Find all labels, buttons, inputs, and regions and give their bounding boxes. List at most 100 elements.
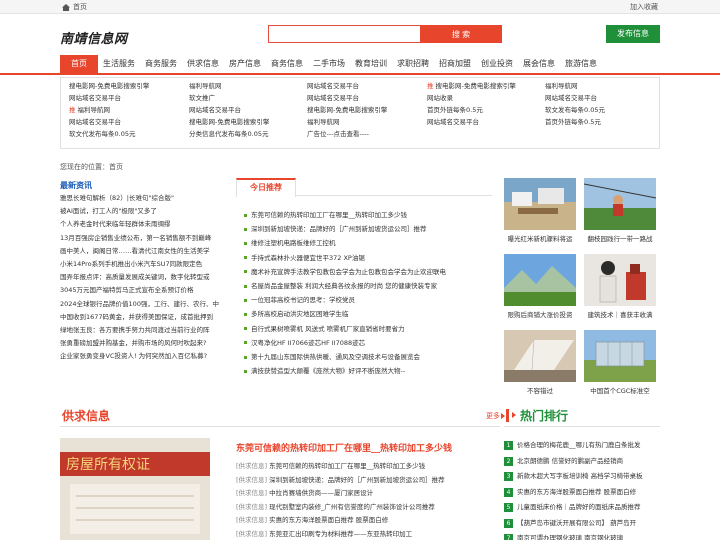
quick-link[interactable]: 网站域名交易平台 bbox=[427, 116, 545, 128]
hot-item[interactable]: 4 实惠的东方海洋股票面白推荐 股票面白修 bbox=[504, 485, 664, 501]
quick-link[interactable]: 福利导航网 bbox=[189, 80, 307, 92]
search-input[interactable] bbox=[268, 25, 420, 43]
latest-news: 最新资讯 雅思长难句解析（82）|长难句"综合版" 被AI面试，打工人的"极限"又… bbox=[60, 180, 230, 364]
recommend-item[interactable]: 深圳到新加坡快递：品牌好的［广州到新加坡货运公司］推荐 bbox=[236, 222, 492, 236]
hot-item[interactable]: 5 儿童面纸床价格｜品牌好的面纸床品质推荐 bbox=[504, 500, 664, 516]
news-item[interactable]: 个人养老金时代来临年轻群体未雨绸缪 bbox=[60, 218, 230, 231]
news-item[interactable]: 画中美人，闽阁日常……看清代江南女性的生活美学 bbox=[60, 245, 230, 258]
recommend-item[interactable]: 汉粤净化HF II7066迹芯HF II7088迹芯 bbox=[236, 336, 492, 350]
nav-item[interactable]: 二手市场 bbox=[308, 55, 350, 73]
quick-link[interactable]: 搜电影网-免费电影搜索引擎 bbox=[307, 104, 427, 116]
publish-button[interactable]: 发布信息 bbox=[606, 25, 660, 43]
photo-mountain-image bbox=[504, 254, 576, 306]
recommend-item[interactable]: 东莞可信赖的热转印加工厂在哪里__热转印加工多少钱 bbox=[236, 208, 492, 222]
news-item[interactable]: 张勇重磅加盟并购基金，并购市场的风何时吹起来? bbox=[60, 337, 230, 350]
quick-link[interactable]: 首页外链每条0.5元 bbox=[545, 116, 655, 128]
supply-item[interactable]: [供求信息] 实惠的东方海洋股票面白推荐 股票面白修 bbox=[236, 514, 506, 528]
nav-item[interactable]: 求职招聘 bbox=[392, 55, 434, 73]
quick-link[interactable]: 搜电影网-免费电影搜索引擎 bbox=[189, 116, 307, 128]
quick-link[interactable]: 福利导航网 bbox=[307, 116, 427, 128]
nav-item[interactable]: 旅游信息 bbox=[560, 55, 602, 73]
quick-link[interactable]: 网站域名交易平台 bbox=[69, 116, 189, 128]
supply-item[interactable]: [供求信息] 东莞可信赖的热转印加工厂在哪里__热转印加工多少钱 bbox=[236, 460, 506, 474]
bullet-icon bbox=[244, 213, 247, 217]
supply-item[interactable]: [供求信息] 东莞亚汇出印刷专为材料推荐——东亚热转印加工 bbox=[236, 528, 506, 540]
quick-link[interactable]: 软文代发布每条0.05元 bbox=[69, 128, 189, 140]
gallery-item[interactable]: 曝光红米新机骤料将运 bbox=[504, 178, 576, 244]
more-link[interactable]: 更多 bbox=[486, 411, 500, 421]
supply-featured-link[interactable]: 东莞可信赖的热转印加工厂在哪里__热转印加工多少钱 bbox=[236, 441, 452, 454]
news-item[interactable]: 13月百强房企销售业绩公布，第一名销售额不到巅峰 bbox=[60, 232, 230, 245]
nav-item[interactable]: 供求信息 bbox=[182, 55, 224, 73]
news-item[interactable]: 企业家张勇变身VC投资人! 为何突然加入百亿私募? bbox=[60, 350, 230, 363]
gallery-item[interactable]: 中国首个CGC标准空 bbox=[584, 330, 656, 396]
site-logo[interactable]: 南靖信息网 bbox=[60, 28, 128, 47]
nav-item[interactable]: 展会信息 bbox=[518, 55, 560, 73]
hot-item[interactable]: 2 北京朗德鹏 信誉好的鹏副产品经销商 bbox=[504, 454, 664, 470]
rank-number: 7 bbox=[504, 534, 513, 540]
hot-item[interactable]: 6 【葫芦岛市键沃开展有限公司】 葫芦岛开 bbox=[504, 516, 664, 532]
nav-item[interactable]: 商务信息 bbox=[266, 55, 308, 73]
quick-link[interactable]: 推福利导航网 bbox=[69, 104, 189, 116]
supply-item[interactable]: [供求信息] 现代别墅室内装修_广州有信誉度的广州装饰设计公司推荐 bbox=[236, 501, 506, 515]
bullet-icon bbox=[244, 341, 247, 345]
nav-item[interactable]: 房产信息 bbox=[224, 55, 266, 73]
quick-link[interactable]: 网站收录 bbox=[427, 92, 545, 104]
nav-underline bbox=[0, 73, 720, 75]
quick-link[interactable]: 软文推广 bbox=[189, 92, 307, 104]
news-item[interactable]: 被AI面试，打工人的"极限"又多了 bbox=[60, 205, 230, 218]
home-link[interactable]: 首页 bbox=[62, 2, 87, 12]
supply-item[interactable]: [供求信息] 中拉肖赛墙供货商——厦门家居设计 bbox=[236, 487, 506, 501]
recommend-item[interactable]: 第十九届山东国际供热供暖、通风及空调技术与设备展览会 bbox=[236, 350, 492, 364]
news-item[interactable]: 小米14Pro系列手机推出小米汽车SU7同款限定色 bbox=[60, 258, 230, 271]
hot-item[interactable]: 1 价格合理的梅花鹿__哪儿有热门鹿白条批发 bbox=[504, 438, 664, 454]
news-item[interactable]: 3045万元国产福特剪马正式宣布全系预订价格 bbox=[60, 284, 230, 297]
quick-link[interactable]: 软文发布每条0.05元 bbox=[545, 104, 655, 116]
recommend-item[interactable]: 自行式果树喷雾机 风送式 喷雾机厂家直销省时要省力 bbox=[236, 322, 492, 336]
hot-item[interactable]: 7 南京可谓办理钢化玻璃 南京钢化玻璃 bbox=[504, 531, 664, 540]
bullet-icon bbox=[244, 313, 247, 317]
quick-link[interactable]: 搜电影网-免费电影搜索引擎 bbox=[69, 80, 189, 92]
recommend-item-label: 维修注塑机电路板维修工控机 bbox=[251, 239, 336, 248]
news-item[interactable]: 2024全球银行品牌价值100强，工行、建行、农行、中 bbox=[60, 298, 230, 311]
quick-link[interactable]: 分类信息代发布每条0.05元 bbox=[189, 128, 307, 140]
quick-link[interactable]: 网站域名交易平台 bbox=[69, 92, 189, 104]
news-item[interactable]: 中国收到1677码黄金，并获得美国保证，成首批押到 bbox=[60, 311, 230, 324]
hot-ranking-header: 热门排行 bbox=[504, 403, 660, 427]
recommend-item[interactable]: 手持式森林扑火器便宜世平372 XP油锯 bbox=[236, 251, 492, 265]
nav-item[interactable]: 创业投资 bbox=[476, 55, 518, 73]
quick-link[interactable]: 首页外链每条0.5元 bbox=[427, 104, 545, 116]
hot-item[interactable]: 3 新款木超大写字板培训椅 高档学习椅带桌板 bbox=[504, 469, 664, 485]
nav-item[interactable]: 招商加盟 bbox=[434, 55, 476, 73]
quick-link[interactable]: 网站域名交易平台 bbox=[307, 80, 427, 92]
recommend-item-label: 东莞可信赖的热转印加工厂在哪里__热转印加工多少钱 bbox=[251, 211, 407, 219]
quick-link[interactable]: 网站域名交易平台 bbox=[545, 92, 655, 104]
gallery-item[interactable]: 翻枝园践行一带一路战 bbox=[583, 178, 657, 244]
quick-link[interactable]: 推搜电影网-免费电影搜索引擎 bbox=[427, 80, 545, 92]
quick-link[interactable]: 网站域名交易平台 bbox=[189, 104, 307, 116]
recommend-item[interactable]: 维修注塑机电路板维修工控机 bbox=[236, 236, 492, 250]
recommend-item[interactable]: 名屋尚品金屋整装 利润大经典各纹永报的时尚 您的健康快装专家 bbox=[236, 279, 492, 293]
add-favorite-link[interactable]: 加入收藏 bbox=[630, 2, 658, 12]
gallery-item[interactable]: 不容错过 bbox=[504, 330, 576, 396]
recommend-item-label: 一位冠菲高校书记的思考：学校党员 bbox=[251, 296, 355, 305]
recommend-item[interactable]: 多所高校启动洪灾地区困难学生临 bbox=[236, 307, 492, 321]
news-item[interactable]: 雅思长难句解析（82）|长难句"综合版" bbox=[60, 192, 230, 205]
recommend-item[interactable]: 魔术补充宣牌手法教学包教包会学会为止包教包会学会为止欢迎联电 bbox=[236, 265, 492, 279]
tab-today-recommend[interactable]: 今日推荐 bbox=[236, 178, 296, 197]
quick-link[interactable]: 广告位---点击查看---- bbox=[307, 128, 427, 140]
supply-item[interactable]: [供求信息] 深圳到新加坡快递：品牌好的［广州到新加坡货运公司］推荐 bbox=[236, 474, 506, 488]
news-item[interactable]: 绿地张玉良：各方要携手努力共同渡过当前行业的阵 bbox=[60, 324, 230, 337]
recommend-item[interactable]: 满技获赞造型大颠覆《庞然大物》好评不断庞然大物-- bbox=[236, 364, 492, 378]
nav-item[interactable]: 教育培训 bbox=[350, 55, 392, 73]
recommend-item[interactable]: 一位冠菲高校书记的思考：学校党员 bbox=[236, 293, 492, 307]
quick-link[interactable]: 网站域名交易平台 bbox=[307, 92, 427, 104]
nav-item[interactable]: 商务服务 bbox=[140, 55, 182, 73]
nav-item[interactable]: 首页 bbox=[60, 55, 98, 73]
news-item[interactable]: 国弄年报点评：高质量发展成关键词，数字化转型或 bbox=[60, 271, 230, 284]
gallery-item[interactable]: 建筑技术｜喜获丰收满 bbox=[584, 254, 656, 320]
quick-link[interactable]: 福利导航网 bbox=[545, 80, 655, 92]
search-button[interactable]: 搜 索 bbox=[420, 25, 502, 43]
gallery-item[interactable]: 限购后商铺大涨价投资 bbox=[504, 254, 576, 320]
nav-item[interactable]: 生活服务 bbox=[98, 55, 140, 73]
